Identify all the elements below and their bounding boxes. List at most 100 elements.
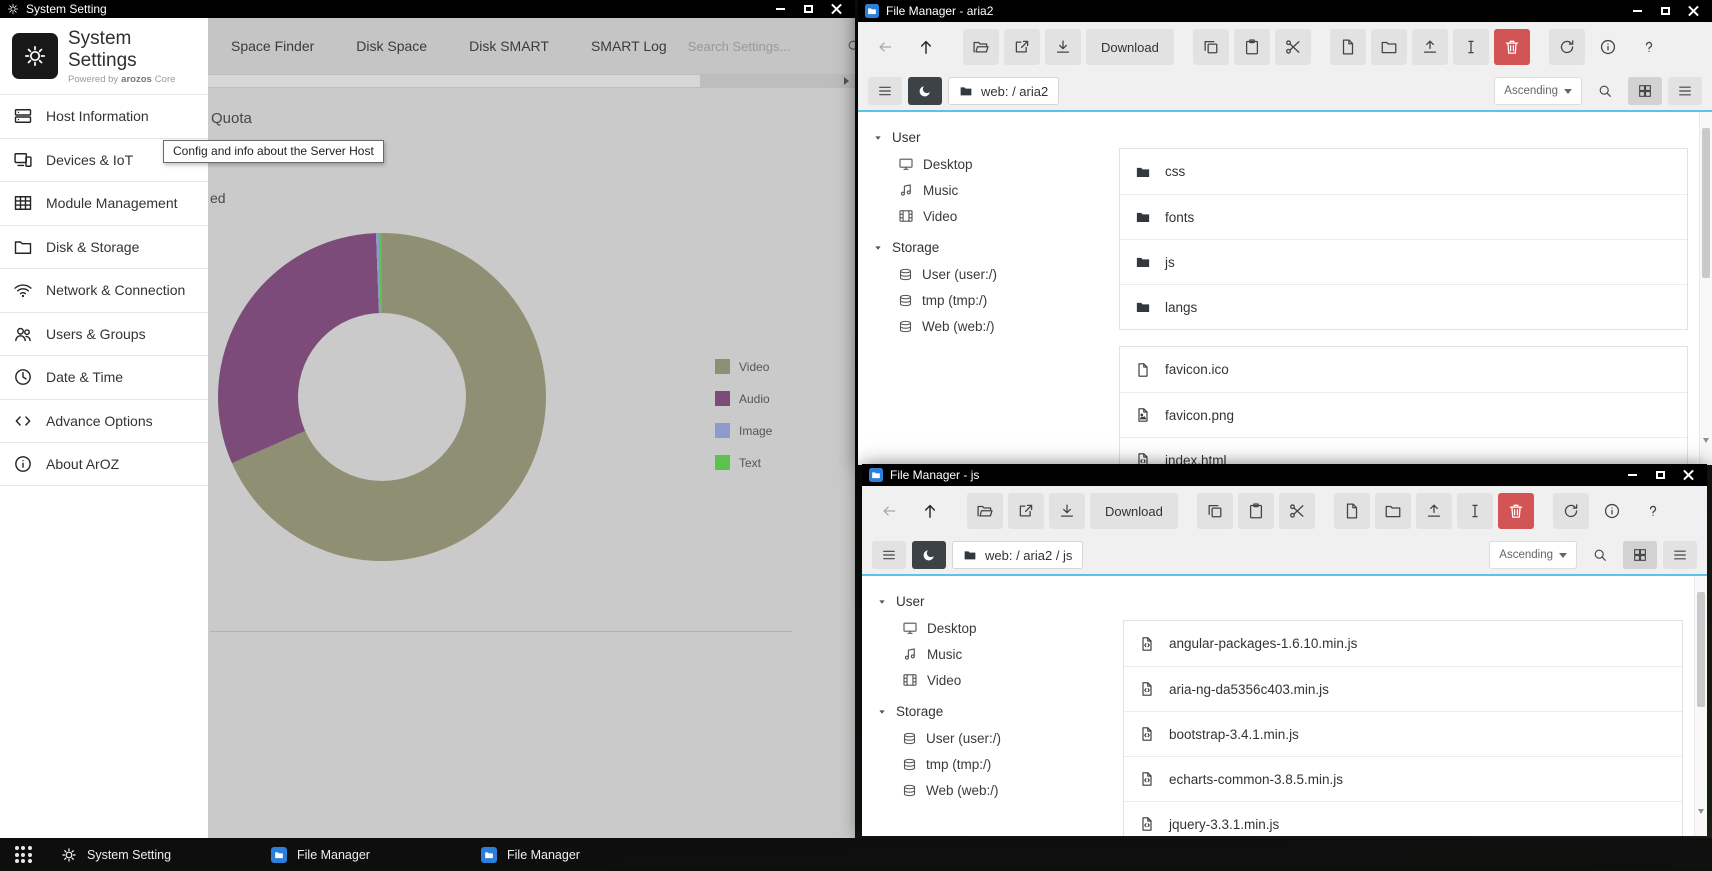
scrollbar-thumb[interactable] xyxy=(1697,592,1705,707)
scrollbar-thumb[interactable] xyxy=(208,75,700,87)
new-folder-button[interactable] xyxy=(1375,493,1411,529)
scroll-down-arrow[interactable] xyxy=(1703,443,1709,461)
tree-section-storage[interactable]: Storage xyxy=(873,234,1093,261)
up-button[interactable] xyxy=(912,493,948,529)
cut-button[interactable] xyxy=(1275,29,1311,65)
up-button[interactable] xyxy=(908,29,944,65)
tree-section-user[interactable]: User xyxy=(873,124,1093,151)
tab-disk-space[interactable]: Disk Space xyxy=(335,38,448,54)
titlebar[interactable]: File Manager - js xyxy=(862,464,1707,486)
file-row[interactable]: angular-packages-1.6.10.min.js xyxy=(1124,621,1682,666)
horizontal-scrollbar[interactable] xyxy=(208,74,855,88)
copy-button[interactable] xyxy=(1197,493,1233,529)
sidebar-item-network-connection[interactable]: Network & Connection xyxy=(0,268,208,312)
tree-item-user-drive[interactable]: User (user:/) xyxy=(873,261,1093,287)
back-button[interactable] xyxy=(871,493,907,529)
taskbar-item-system-setting[interactable]: System Setting xyxy=(46,838,256,871)
taskbar-item-file-manager-2[interactable]: File Manager xyxy=(466,838,676,871)
sort-order-select[interactable]: Ascending xyxy=(1494,77,1582,105)
tree-item-music[interactable]: Music xyxy=(873,177,1093,203)
tree-item-music[interactable]: Music xyxy=(877,641,1097,667)
breadcrumb[interactable]: web: / aria2 xyxy=(948,77,1059,105)
search-button[interactable] xyxy=(1583,541,1617,569)
sidebar-item-users-groups[interactable]: Users & Groups xyxy=(0,312,208,356)
tree-section-storage[interactable]: Storage xyxy=(877,698,1097,725)
download-button[interactable]: Download xyxy=(1090,493,1178,529)
menu-button[interactable] xyxy=(868,77,902,105)
copy-button[interactable] xyxy=(1193,29,1229,65)
sidebar-item-date-time[interactable]: Date & Time xyxy=(0,355,208,399)
file-row[interactable]: fonts xyxy=(1120,194,1687,239)
tree-item-user-drive[interactable]: User (user:/) xyxy=(877,725,1097,751)
file-row[interactable]: echarts-common-3.8.5.min.js xyxy=(1124,756,1682,801)
vertical-scrollbar[interactable] xyxy=(1699,112,1712,465)
delete-button[interactable] xyxy=(1494,29,1530,65)
download-button[interactable]: Download xyxy=(1086,29,1174,65)
tree-item-desktop[interactable]: Desktop xyxy=(877,615,1097,641)
tree-section-user[interactable]: User xyxy=(877,588,1097,615)
refresh-button[interactable] xyxy=(1549,29,1585,65)
breadcrumb[interactable]: web: / aria2 / js xyxy=(952,541,1083,569)
tree-item-desktop[interactable]: Desktop xyxy=(873,151,1093,177)
back-button[interactable] xyxy=(867,29,903,65)
tab-smart-log[interactable]: SMART Log xyxy=(570,38,688,54)
minimize-button[interactable] xyxy=(1631,5,1644,18)
taskbar-item-file-manager-1[interactable]: File Manager xyxy=(256,838,466,871)
tree-item-video[interactable]: Video xyxy=(877,667,1097,693)
cut-button[interactable] xyxy=(1279,493,1315,529)
maximize-button[interactable] xyxy=(802,3,815,16)
open-new-window-button[interactable] xyxy=(1004,29,1040,65)
sidebar-item-host-information[interactable]: Host Information xyxy=(0,94,208,138)
grid-view-button[interactable] xyxy=(1623,541,1657,569)
theme-toggle-button[interactable] xyxy=(908,77,942,105)
list-view-button[interactable] xyxy=(1668,77,1702,105)
open-new-window-button[interactable] xyxy=(1008,493,1044,529)
tree-item-web-drive[interactable]: Web (web:/) xyxy=(873,313,1093,339)
app-launcher-button[interactable] xyxy=(0,838,46,871)
file-row[interactable]: langs xyxy=(1120,284,1687,329)
properties-button[interactable] xyxy=(1590,29,1626,65)
new-file-button[interactable] xyxy=(1334,493,1370,529)
close-button[interactable] xyxy=(830,3,843,16)
menu-button[interactable] xyxy=(872,541,906,569)
tree-item-tmp-drive[interactable]: tmp (tmp:/) xyxy=(873,287,1093,313)
close-button[interactable] xyxy=(1682,469,1695,482)
download-icon-button[interactable] xyxy=(1045,29,1081,65)
minimize-button[interactable] xyxy=(1626,469,1639,482)
scroll-down-arrow[interactable] xyxy=(1698,814,1704,832)
file-row[interactable]: index.html xyxy=(1120,437,1687,465)
download-icon-button[interactable] xyxy=(1049,493,1085,529)
properties-button[interactable] xyxy=(1594,493,1630,529)
list-view-button[interactable] xyxy=(1663,541,1697,569)
paste-button[interactable] xyxy=(1234,29,1270,65)
rename-button[interactable] xyxy=(1453,29,1489,65)
help-button[interactable] xyxy=(1635,493,1671,529)
sidebar-item-disk-storage[interactable]: Disk & Storage xyxy=(0,225,208,269)
upload-button[interactable] xyxy=(1412,29,1448,65)
tree-item-web-drive[interactable]: Web (web:/) xyxy=(877,777,1097,803)
sidebar-item-advance-options[interactable]: Advance Options xyxy=(0,399,208,443)
open-folder-button[interactable] xyxy=(963,29,999,65)
help-button[interactable] xyxy=(1631,29,1667,65)
vertical-scrollbar[interactable] xyxy=(1694,576,1707,836)
refresh-button[interactable] xyxy=(1553,493,1589,529)
tab-space-finder[interactable]: Space Finder xyxy=(210,38,335,54)
new-folder-button[interactable] xyxy=(1371,29,1407,65)
delete-button[interactable] xyxy=(1498,493,1534,529)
maximize-button[interactable] xyxy=(1659,5,1672,18)
scroll-right-arrow[interactable] xyxy=(837,74,855,88)
file-row[interactable]: bootstrap-3.4.1.min.js xyxy=(1124,711,1682,756)
settings-search-input[interactable] xyxy=(688,39,838,54)
new-file-button[interactable] xyxy=(1330,29,1366,65)
titlebar[interactable]: File Manager - aria2 xyxy=(858,0,1712,22)
maximize-button[interactable] xyxy=(1654,469,1667,482)
scrollbar-thumb[interactable] xyxy=(1702,128,1710,278)
file-row[interactable]: favicon.png xyxy=(1120,392,1687,437)
sidebar-item-module-management[interactable]: Module Management xyxy=(0,181,208,225)
search-button[interactable] xyxy=(1588,77,1622,105)
open-folder-button[interactable] xyxy=(967,493,1003,529)
sort-order-select[interactable]: Ascending xyxy=(1489,541,1577,569)
minimize-button[interactable] xyxy=(774,3,787,16)
tree-item-tmp-drive[interactable]: tmp (tmp:/) xyxy=(877,751,1097,777)
file-row[interactable]: aria-ng-da5356c403.min.js xyxy=(1124,666,1682,711)
